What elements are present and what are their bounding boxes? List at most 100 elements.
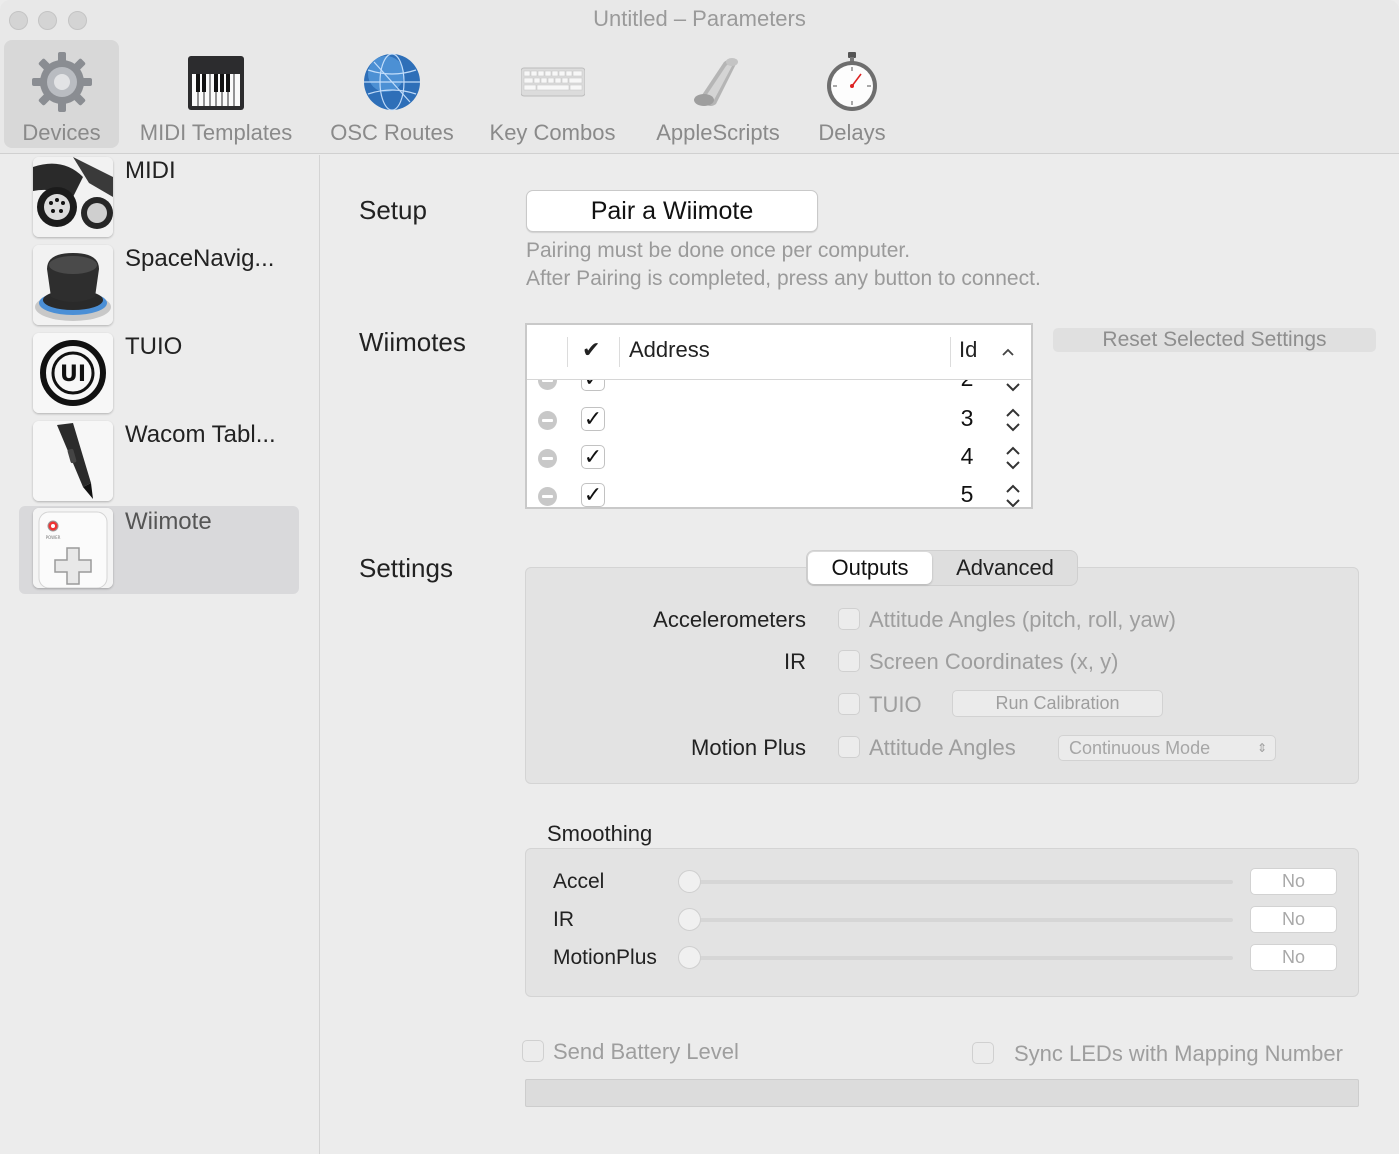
gear-icon <box>31 52 92 112</box>
smoothing-panel <box>525 848 1359 997</box>
sidebar-item-label: Wacom Tabl... <box>125 421 276 448</box>
column-header-address[interactable]: Address <box>629 337 710 363</box>
enabled-checkbox[interactable]: ✓ <box>581 407 605 431</box>
accelerometers-label: Accelerometers <box>653 607 806 632</box>
smoothing-ir-value[interactable]: No <box>1250 906 1337 933</box>
pairing-hint-line1: Pairing must be done once per computer. <box>526 239 911 262</box>
wiimote-settings-panel: Setup Pair a Wiimote Pairing must be don… <box>321 155 1399 1154</box>
smoothing-motionplus-track <box>689 956 1233 960</box>
smoothing-accel-track <box>689 880 1233 884</box>
wacom-pen-icon <box>33 421 113 501</box>
parameters-window: Untitled – Parameters Devices MIDI Templ… <box>0 0 1399 1154</box>
sync-leds-checkbox[interactable] <box>972 1042 994 1064</box>
reset-selected-settings-button[interactable]: Reset Selected Settings <box>1053 328 1376 352</box>
smoothing-motionplus-slider[interactable] <box>678 946 701 969</box>
id-stepper-icon[interactable] <box>1003 441 1023 475</box>
enabled-checkbox[interactable]: ✓ <box>581 445 605 469</box>
svg-text:POWER: POWER <box>46 535 61 540</box>
sidebar-item-wacom-tablet[interactable]: Wacom Tabl... <box>19 419 299 507</box>
toolbar-applescripts[interactable]: AppleScripts <box>643 40 793 148</box>
sidebar-item-wiimote[interactable]: POWER Wiimote <box>19 506 299 594</box>
toolbar-label: Delays <box>818 120 886 145</box>
run-calibration-button[interactable]: Run Calibration <box>952 690 1163 717</box>
toolbar-devices[interactable]: Devices <box>4 40 119 148</box>
smoothing-ir-slider[interactable] <box>678 908 701 931</box>
sidebar-item-label: TUIO <box>125 333 183 360</box>
sort-ascending-icon[interactable] <box>1001 347 1015 357</box>
column-separator <box>619 337 620 367</box>
keyboard-icon <box>520 67 585 97</box>
toolbar: Untitled – Parameters Devices MIDI Templ… <box>0 0 1399 154</box>
table-row[interactable]: ✓ 4 <box>527 439 1031 477</box>
remove-icon[interactable] <box>538 487 557 506</box>
tuio-icon: UI <box>33 333 113 413</box>
id-stepper-icon[interactable] <box>1003 479 1023 509</box>
smoothing-accel-value[interactable]: No <box>1250 868 1337 895</box>
updown-chevron-icon: ⇕ <box>1256 741 1267 755</box>
tab-advanced[interactable]: Advanced <box>933 552 1077 584</box>
toolbar-label: MIDI Templates <box>139 120 293 145</box>
tab-outputs[interactable]: Outputs <box>808 552 932 584</box>
motion-plus-attitude-label: Attitude Angles <box>869 735 1016 760</box>
sidebar-item-label: Wiimote <box>125 508 212 535</box>
smoothing-title: Smoothing <box>547 821 653 846</box>
smoothing-accel-slider[interactable] <box>678 870 701 893</box>
send-battery-level-checkbox[interactable] <box>522 1040 544 1062</box>
accelerometers-attitude-label: Attitude Angles (pitch, roll, yaw) <box>869 607 1176 632</box>
wiimote-id: 3 <box>960 405 974 431</box>
id-stepper-icon[interactable] <box>1003 403 1023 437</box>
window-title: Untitled – Parameters <box>593 6 806 31</box>
motion-plus-attitude-checkbox[interactable] <box>838 736 860 758</box>
wiimotes-label: Wiimotes <box>359 327 466 357</box>
status-bar <box>525 1079 1359 1107</box>
toolbar-label: OSC Routes <box>330 120 454 145</box>
smoothing-motionplus-value[interactable]: No <box>1250 944 1337 971</box>
table-row[interactable]: ✓ 3 <box>527 401 1031 439</box>
column-separator <box>950 337 951 367</box>
sidebar-item-tuio[interactable]: UI TUIO <box>19 331 299 419</box>
enabled-checkbox[interactable]: ✓ <box>581 483 605 507</box>
settings-tabs: Outputs Advanced <box>806 550 1078 586</box>
motion-plus-mode-select[interactable]: Continuous Mode ⇕ <box>1058 735 1276 761</box>
toolbar-label: Devices <box>22 120 101 145</box>
ir-tuio-checkbox[interactable] <box>838 693 860 715</box>
device-sidebar: MIDI SpaceNavig... UI TUIO Wacom Tabl...… <box>0 155 320 1154</box>
send-battery-level-label: Send Battery Level <box>553 1039 739 1064</box>
remove-icon[interactable] <box>538 449 557 468</box>
toolbar-key-combos[interactable]: Key Combos <box>480 40 625 148</box>
svg-text:UI: UI <box>60 362 86 387</box>
settings-label: Settings <box>359 553 453 583</box>
smoothing-accel-label: Accel <box>553 870 605 893</box>
accelerometers-attitude-checkbox[interactable] <box>838 608 860 630</box>
mode-select-value: Continuous Mode <box>1069 738 1211 758</box>
smoothing-motionplus-label: MotionPlus <box>553 946 657 969</box>
pair-wiimote-button[interactable]: Pair a Wiimote <box>526 190 818 232</box>
smoothing-ir-label: IR <box>553 908 574 931</box>
toolbar-osc-routes[interactable]: OSC Routes <box>322 40 462 148</box>
column-header-id[interactable]: Id <box>959 337 977 363</box>
toolbar-midi-templates[interactable]: MIDI Templates <box>128 40 304 148</box>
column-separator <box>567 337 568 367</box>
toolbar-delays[interactable]: Delays <box>810 40 894 148</box>
wiimotes-table[interactable]: ✔ Address Id ✓ 2 ✓ 3 ✓ <box>525 323 1033 509</box>
sidebar-item-label: MIDI <box>125 157 176 184</box>
table-row[interactable]: ✓ 5 <box>527 477 1031 509</box>
globe-icon <box>364 53 420 111</box>
script-icon <box>694 58 738 106</box>
setup-label: Setup <box>359 195 427 225</box>
ir-screen-coordinates-checkbox[interactable] <box>838 650 860 672</box>
ir-tuio-label: TUIO <box>869 692 922 717</box>
toolbar-label: AppleScripts <box>656 120 780 145</box>
wiimote-icon: POWER <box>33 508 113 588</box>
sidebar-item-midi[interactable]: MIDI <box>19 155 299 243</box>
column-header-enabled[interactable]: ✔ <box>582 337 600 363</box>
sidebar-item-spacenavigator[interactable]: SpaceNavig... <box>19 243 299 331</box>
remove-icon[interactable] <box>538 411 557 430</box>
wiimote-id: 4 <box>960 443 974 469</box>
pairing-hint-line2: After Pairing is completed, press any bu… <box>526 267 1041 290</box>
piano-icon <box>188 56 244 110</box>
space-navigator-icon <box>33 245 113 325</box>
wiimote-id: 5 <box>960 481 974 507</box>
motion-plus-label: Motion Plus <box>691 735 806 760</box>
ir-screen-coordinates-label: Screen Coordinates (x, y) <box>869 649 1119 674</box>
